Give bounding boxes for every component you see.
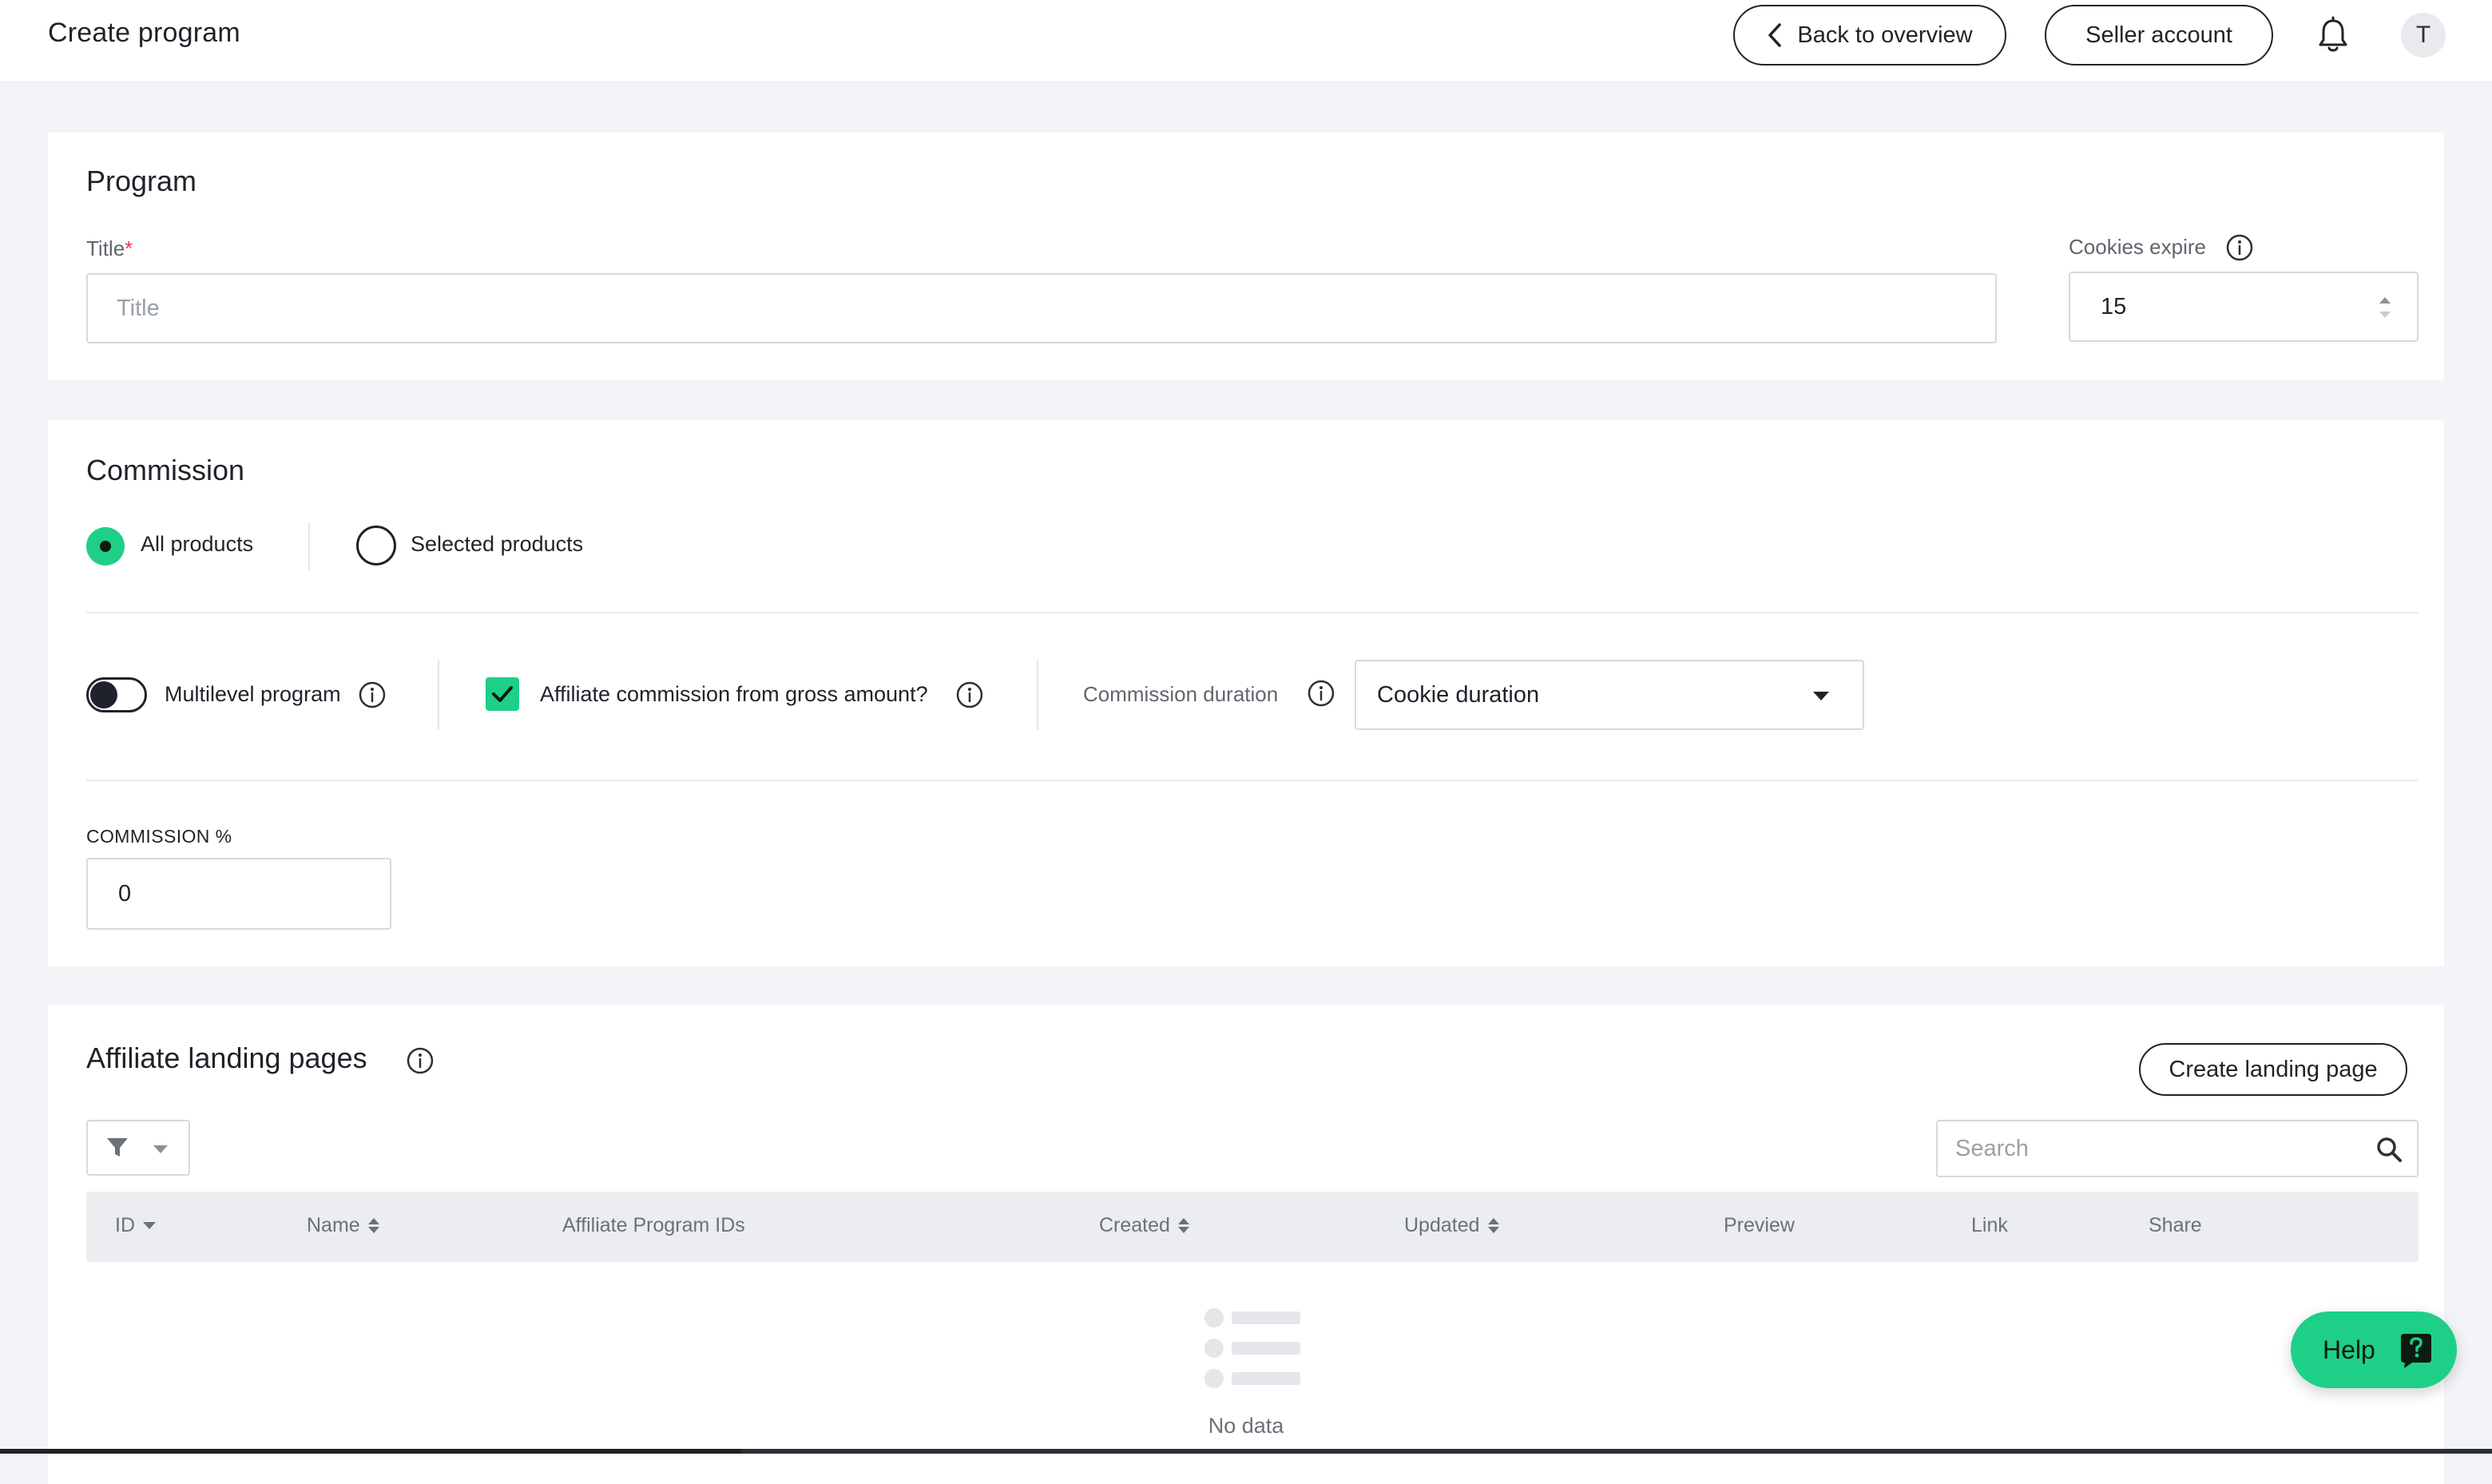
column-label: Updated (1404, 1214, 1480, 1236)
column-header-link: Link (1971, 1214, 2008, 1237)
program-card: Program Title* Title Cookies expire 15 (48, 133, 2444, 380)
commission-percent-label: COMMISSION % (86, 826, 232, 847)
column-header-program-ids: Affiliate Program IDs (562, 1214, 745, 1237)
stepper-arrows-icon[interactable] (2377, 294, 2393, 321)
title-label-text: Title (86, 236, 125, 260)
sort-icon (1177, 1218, 1189, 1233)
multilevel-info-icon[interactable] (358, 680, 387, 709)
title-placeholder: Title (117, 295, 160, 321)
avatar-initial: T (2415, 22, 2431, 48)
cookies-info-icon[interactable] (2225, 233, 2254, 262)
column-label: Share (2149, 1214, 2202, 1236)
column-label: Preview (1724, 1214, 1795, 1236)
sort-icon (367, 1218, 379, 1233)
commission-duration-value: Cookie duration (1377, 681, 1540, 708)
column-label: Name (307, 1214, 360, 1236)
search-input[interactable]: Search (1936, 1120, 2419, 1177)
cookies-expire-value: 15 (2101, 293, 2127, 319)
divider (308, 522, 310, 570)
cookies-expire-label: Cookies expire (2069, 235, 2206, 259)
top-bar: Create program Back to overview Seller a… (0, 0, 2492, 81)
help-button[interactable]: Help (2291, 1311, 2457, 1388)
commission-percent-input[interactable]: 0 (86, 858, 391, 930)
empty-state-text: No data (1208, 1414, 1284, 1438)
column-label: ID (115, 1214, 135, 1236)
back-to-overview-label: Back to overview (1797, 22, 1973, 48)
column-header-created[interactable]: Created (1099, 1214, 1189, 1237)
filter-icon (107, 1138, 128, 1157)
chevron-down-icon (153, 1145, 168, 1153)
avatar[interactable]: T (2401, 13, 2446, 58)
sort-down-icon (143, 1222, 156, 1229)
search-icon[interactable] (2375, 1136, 2403, 1163)
cookies-expire-stepper[interactable]: 15 (2069, 272, 2419, 342)
empty-list-icon (1204, 1308, 1300, 1388)
create-landing-page-button[interactable]: Create landing page (2139, 1043, 2407, 1096)
sort-icon (1487, 1218, 1499, 1233)
divider (86, 612, 2419, 613)
column-label: Created (1099, 1214, 1170, 1236)
commission-duration-select[interactable]: Cookie duration (1355, 660, 1864, 730)
gross-amount-label: Affiliate commission from gross amount? (540, 682, 928, 706)
gross-amount-info-icon[interactable] (955, 680, 984, 709)
bell-icon[interactable] (2316, 16, 2350, 54)
seller-account-button[interactable]: Seller account (2045, 5, 2273, 65)
required-mark: * (125, 236, 133, 260)
divider (1037, 660, 1038, 730)
duration-info-icon[interactable] (1307, 679, 1335, 708)
column-header-name[interactable]: Name (307, 1214, 379, 1237)
column-label: Affiliate Program IDs (562, 1214, 745, 1236)
help-chat-icon (2401, 1334, 2431, 1368)
chevron-down-icon (1813, 692, 1829, 700)
column-header-id[interactable]: ID (115, 1214, 156, 1237)
title-input[interactable]: Title (86, 273, 1997, 343)
column-header-share: Share (2149, 1214, 2202, 1237)
commission-card: Commission All products Selected product… (48, 420, 2444, 966)
selected-products-radio[interactable] (356, 526, 396, 565)
multilevel-label: Multilevel program (165, 682, 341, 706)
divider (438, 660, 439, 730)
gross-amount-checkbox[interactable] (486, 677, 519, 711)
search-placeholder: Search (1955, 1135, 2029, 1161)
all-products-label[interactable]: All products (141, 532, 253, 557)
commission-duration-label: Commission duration (1083, 682, 1279, 706)
commission-percent-value: 0 (118, 880, 132, 907)
filter-button[interactable] (86, 1120, 190, 1176)
column-header-updated[interactable]: Updated (1404, 1214, 1499, 1237)
landing-info-icon[interactable] (406, 1046, 435, 1075)
multilevel-toggle[interactable] (86, 677, 147, 712)
create-landing-page-label: Create landing page (2169, 1056, 2378, 1082)
commission-heading: Commission (86, 454, 245, 486)
column-header-preview: Preview (1724, 1214, 1795, 1237)
chevron-left-icon (1768, 23, 1782, 47)
window-bottom-edge (0, 1449, 2492, 1454)
column-label: Link (1971, 1214, 2008, 1236)
selected-products-label[interactable]: Selected products (411, 532, 583, 557)
page-title: Create program (48, 18, 240, 48)
program-heading: Program (86, 165, 197, 197)
back-to-overview-button[interactable]: Back to overview (1733, 5, 2006, 65)
help-label: Help (2323, 1335, 2375, 1364)
title-label: Title* (86, 236, 133, 261)
landing-pages-heading: Affiliate landing pages (86, 1042, 367, 1074)
table-header: ID Name Affiliate Program IDs Created Up… (86, 1192, 2419, 1262)
landing-pages-card: Affiliate landing pages Create landing p… (48, 1005, 2444, 1484)
divider (86, 780, 2419, 781)
all-products-radio[interactable] (86, 527, 125, 565)
check-icon (492, 686, 513, 702)
seller-account-label: Seller account (2085, 22, 2232, 48)
